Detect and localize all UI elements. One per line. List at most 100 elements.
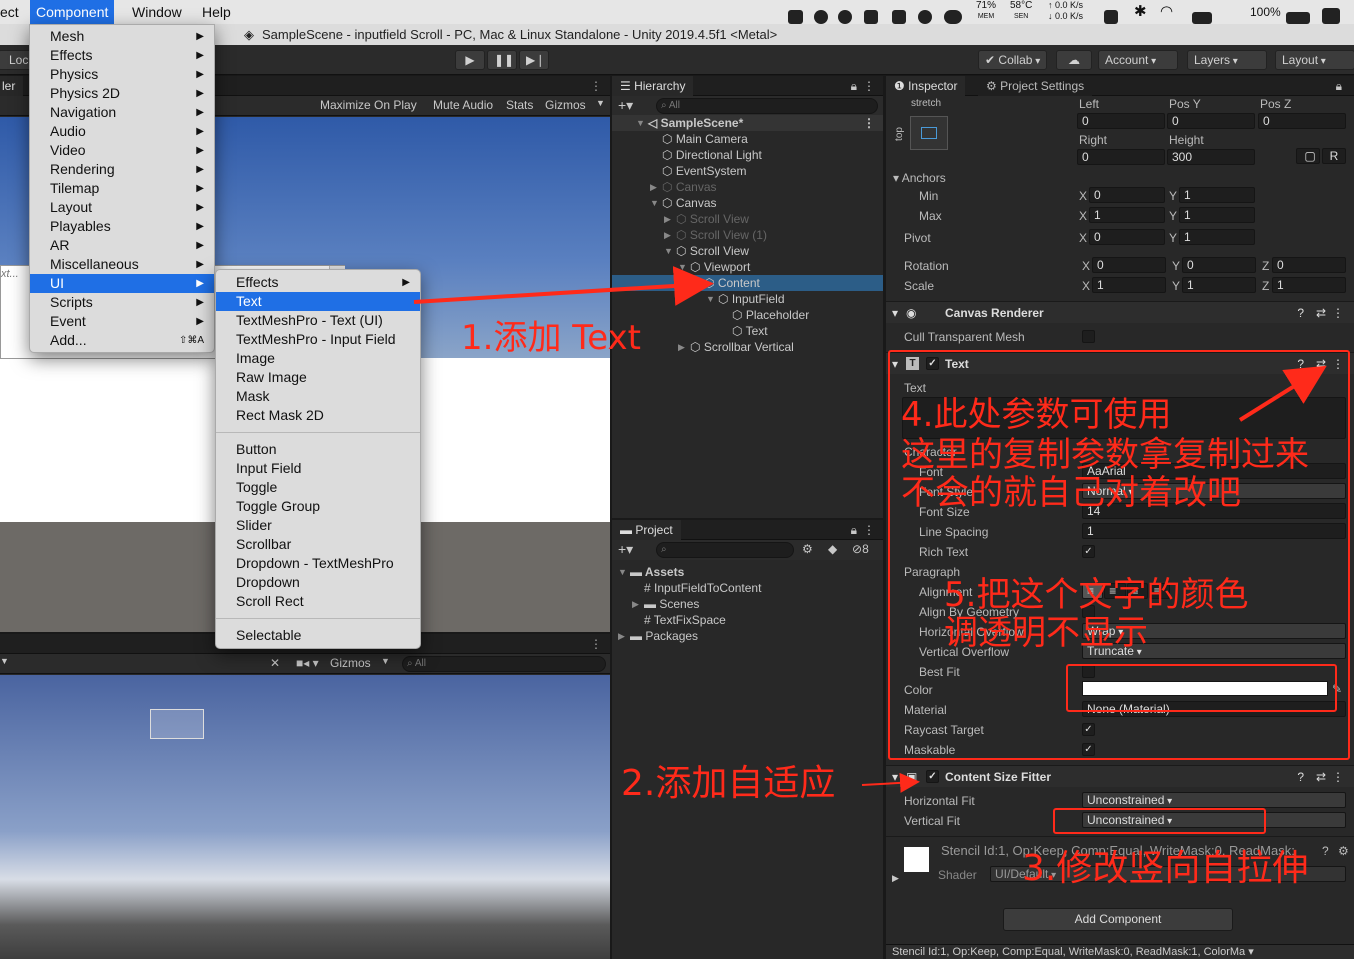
- component-menu-item[interactable]: Mesh ▶: [30, 27, 214, 46]
- project-item[interactable]: ▶ ▬ Scenes: [612, 596, 883, 612]
- hierarchy-item[interactable]: ⬡ Main Camera: [612, 131, 883, 147]
- preset-icon[interactable]: ⇄: [1316, 766, 1326, 788]
- more-icon[interactable]: ⋮: [1332, 766, 1344, 788]
- component-menu-item[interactable]: UI ▶: [30, 274, 214, 293]
- help-icon[interactable]: ?: [1297, 766, 1304, 788]
- ui-menu-item[interactable]: Scrollbar: [216, 535, 420, 554]
- network-monitor[interactable]: ↑ 0.0 K/s ↓ 0.0 K/s: [1048, 0, 1083, 24]
- expand-arrow-icon[interactable]: ▼: [650, 195, 659, 211]
- ui-menu-item[interactable]: Selectable: [216, 626, 420, 645]
- hierarchy-item[interactable]: ▼ ⬡ Scroll View: [612, 243, 883, 259]
- ui-menu-item[interactable]: Input Field: [216, 459, 420, 478]
- bluetooth-icon[interactable]: ✱: [1134, 0, 1147, 24]
- tab-hierarchy[interactable]: ☰ Hierarchy: [612, 76, 694, 96]
- component-menu-item[interactable]: Physics ▶: [30, 65, 214, 84]
- pivot-x-field[interactable]: 0: [1089, 229, 1165, 245]
- tab-inspector[interactable]: ❶ Inspector: [886, 76, 966, 96]
- rotation-y-field[interactable]: 0: [1182, 257, 1256, 273]
- ui-menu-item[interactable]: TextMeshPro - Text (UI): [216, 311, 420, 330]
- scene-gizmos-toggle[interactable]: Gizmos: [330, 656, 371, 670]
- more-icon[interactable]: ⋮: [590, 634, 602, 654]
- hierarchy-item[interactable]: ⬡ Content: [612, 275, 883, 291]
- rotation-z-field[interactable]: 0: [1272, 257, 1346, 273]
- component-menu-item[interactable]: Tilemap ▶: [30, 179, 214, 198]
- hierarchy-item[interactable]: ▼ ⬡ Viewport: [612, 259, 883, 275]
- pivot-y-field[interactable]: 1: [1179, 229, 1255, 245]
- hierarchy-search-input[interactable]: ⌕ All: [656, 98, 878, 114]
- content-size-fitter-header[interactable]: ▾ ▣ ✓ Content Size Fitter ? ⇄ ⋮: [886, 765, 1354, 787]
- hierarchy-item[interactable]: ▶ ⬡ Scroll View: [612, 211, 883, 227]
- stats-toggle[interactable]: Stats: [506, 98, 533, 112]
- anchor-min-y-field[interactable]: 1: [1179, 187, 1255, 203]
- collapse-arrow-icon[interactable]: ▶: [678, 339, 685, 355]
- component-menu-item[interactable]: Layout ▶: [30, 198, 214, 217]
- collapse-arrow-icon[interactable]: ▶: [650, 179, 657, 195]
- ui-menu-item[interactable]: Scroll Rect: [216, 592, 420, 611]
- hierarchy-item[interactable]: ▼ ⬡ InputField: [612, 291, 883, 307]
- wifi-icon[interactable]: ◠: [1160, 0, 1173, 24]
- help-icon[interactable]: ?: [1322, 843, 1329, 859]
- rotation-x-field[interactable]: 0: [1092, 257, 1166, 273]
- cull-mesh-checkbox[interactable]: [1082, 330, 1095, 343]
- ui-menu-item[interactable]: Image: [216, 349, 420, 368]
- camera-gizmo-icon[interactable]: [150, 709, 204, 739]
- add-icon[interactable]: +▾: [618, 541, 633, 558]
- hierarchy-item[interactable]: ▼ ⬡ Canvas: [612, 195, 883, 211]
- ui-menu-item[interactable]: Button: [216, 440, 420, 459]
- ui-menu-item[interactable]: TextMeshPro - Input Field: [216, 330, 420, 349]
- collab-button[interactable]: ✔ Collab: [978, 50, 1048, 70]
- project-search-input[interactable]: ⌕: [656, 542, 794, 558]
- expand-arrow-icon[interactable]: ▼: [618, 564, 627, 580]
- anchors-foldout[interactable]: ▾ Anchors: [893, 170, 946, 186]
- gizmos-toggle[interactable]: Gizmos: [545, 98, 586, 112]
- pause-button[interactable]: ❚❚: [487, 50, 517, 70]
- component-menu-item[interactable]: Navigation ▶: [30, 103, 214, 122]
- anchor-max-y-field[interactable]: 1: [1179, 207, 1255, 223]
- layers-dropdown[interactable]: Layers: [1187, 50, 1267, 70]
- tools-icon[interactable]: ✕: [270, 656, 280, 670]
- mute-audio-toggle[interactable]: Mute Audio: [433, 98, 493, 112]
- menu-help[interactable]: Help: [196, 0, 237, 24]
- rect-left-field[interactable]: 0: [1077, 113, 1165, 129]
- draw-mode-dropdown-icon[interactable]: ▼: [0, 656, 9, 666]
- foldout-arrow-icon[interactable]: ▾: [892, 766, 898, 788]
- cloud-icon[interactable]: ☁: [1056, 50, 1092, 70]
- component-menu-item[interactable]: Event ▶: [30, 312, 214, 331]
- collapse-arrow-icon[interactable]: ▶: [632, 596, 639, 612]
- lock-icon[interactable]: 🔒︎: [851, 76, 857, 96]
- gizmos-dropdown-icon[interactable]: ▼: [596, 98, 605, 108]
- ui-menu-item[interactable]: Slider: [216, 516, 420, 535]
- expand-arrow-icon[interactable]: ▼: [706, 291, 715, 307]
- hierarchy-item[interactable]: ▶ ⬡ Scrollbar Vertical: [612, 339, 883, 355]
- component-menu-item[interactable]: AR ▶: [30, 236, 214, 255]
- scale-y-field[interactable]: 1: [1182, 277, 1256, 293]
- layout-dropdown[interactable]: Layout: [1275, 50, 1354, 70]
- project-item[interactable]: # InputFieldToContent: [612, 580, 883, 596]
- more-icon[interactable]: ⋮: [863, 520, 875, 540]
- tab-project[interactable]: ▬ Project: [612, 520, 681, 540]
- collapse-arrow-icon[interactable]: ▶: [664, 227, 671, 243]
- hierarchy-item[interactable]: ▶ ⬡ Canvas: [612, 179, 883, 195]
- scene-gizmos-dropdown-icon[interactable]: ▼: [381, 656, 390, 666]
- step-button[interactable]: ▶❘: [519, 50, 549, 70]
- component-menu-item[interactable]: Miscellaneous ▶: [30, 255, 214, 274]
- component-menu-item[interactable]: Effects ▶: [30, 46, 214, 65]
- raw-edit-button[interactable]: R: [1322, 148, 1346, 164]
- ui-menu-item[interactable]: Rect Mask 2D: [216, 406, 420, 425]
- add-icon[interactable]: +▾: [618, 97, 633, 114]
- maximize-on-play-toggle[interactable]: Maximize On Play: [320, 98, 417, 112]
- more-icon[interactable]: ⋮: [1332, 302, 1344, 324]
- scale-x-field[interactable]: 1: [1092, 277, 1166, 293]
- anchor-presets-button[interactable]: [910, 116, 948, 150]
- hierarchy-item[interactable]: ⬡ Text: [612, 323, 883, 339]
- camera-icon[interactable]: ■◂ ▾: [296, 656, 319, 670]
- project-item[interactable]: ▼ ▬ Assets: [612, 564, 883, 580]
- expand-arrow-icon[interactable]: ▼: [678, 259, 687, 275]
- ui-menu-item[interactable]: Effects ▶: [216, 273, 420, 292]
- hierarchy-item[interactable]: ⬡ Directional Light: [612, 147, 883, 163]
- component-menu-item[interactable]: Physics 2D ▶: [30, 84, 214, 103]
- expand-arrow-icon[interactable]: ▼: [636, 115, 645, 131]
- preset-icon[interactable]: ⇄: [1316, 302, 1326, 324]
- collapse-arrow-icon[interactable]: ▶: [618, 628, 625, 644]
- settings-icon[interactable]: ⚙: [1338, 843, 1349, 859]
